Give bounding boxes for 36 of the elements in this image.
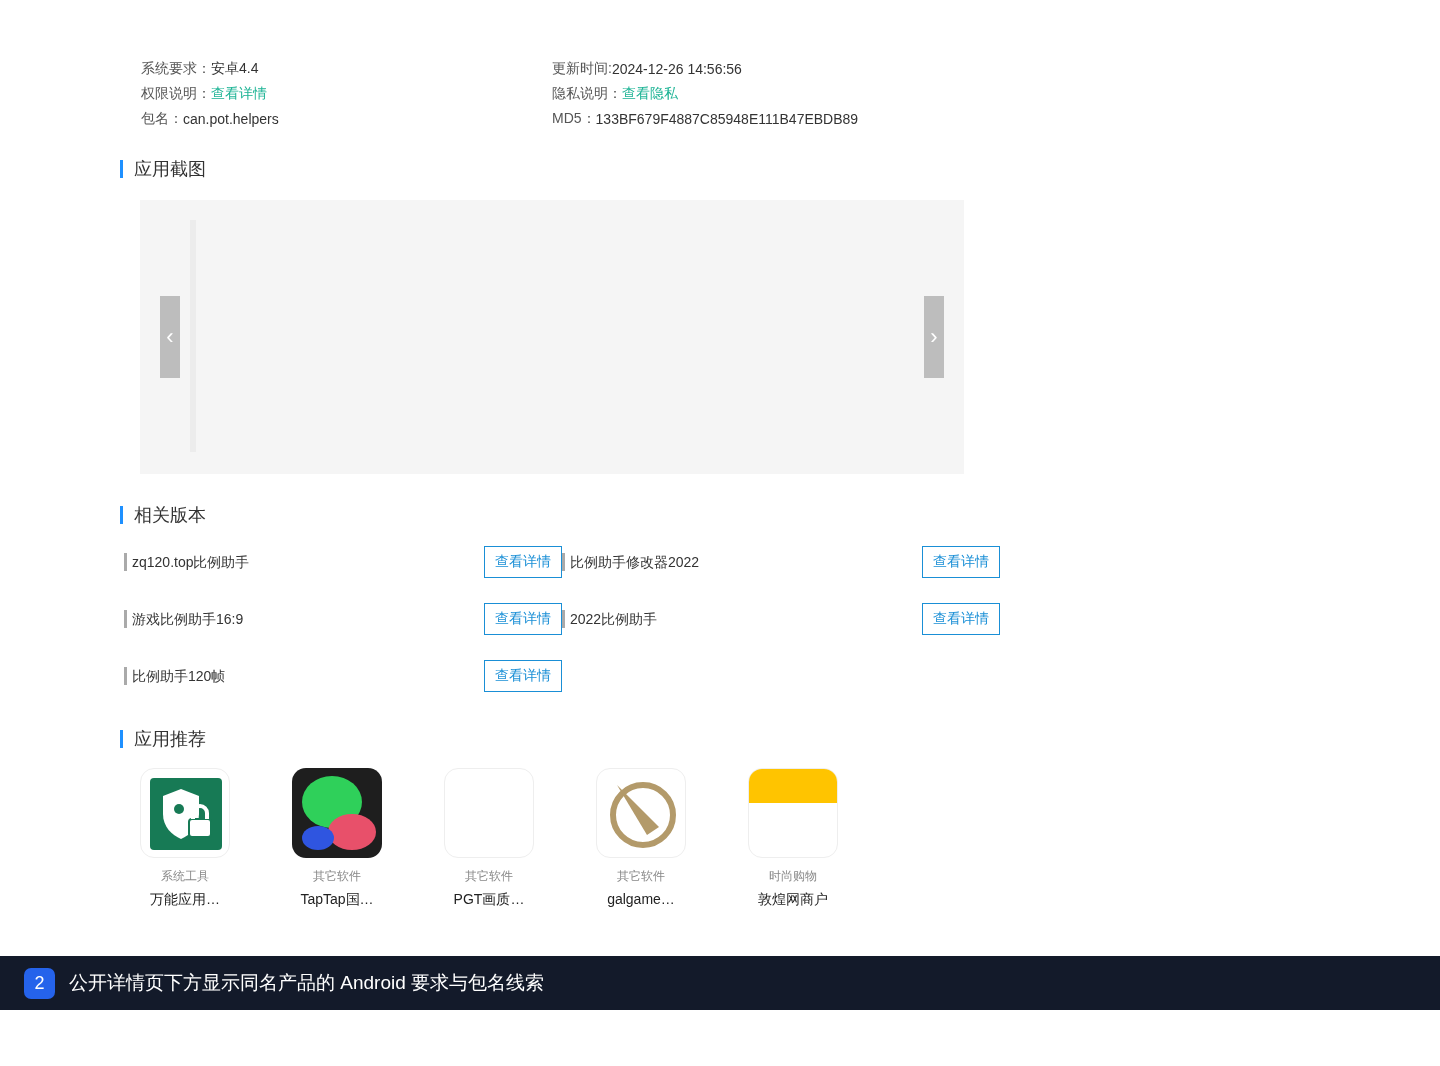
app-name[interactable]: 万能应用… — [150, 891, 220, 909]
version-name[interactable]: 比例助手120帧 — [124, 667, 226, 685]
caption-text: 公开详情页下方显示同名产品的 Android 要求与包名线索 — [69, 971, 545, 995]
info-value: 133BF679F4887C85948E111B47EBDB89 — [595, 110, 859, 127]
step-number: 2 — [24, 967, 55, 999]
app-name[interactable]: 敦煌网商户 — [758, 891, 828, 909]
details-button[interactable]: 查看详情 — [484, 603, 562, 635]
section-heading: 相关版本 — [120, 506, 1440, 524]
app-category: 系统工具 — [161, 868, 209, 885]
info-label: 隐私说明： — [552, 84, 622, 103]
details-button[interactable]: 查看详情 — [484, 546, 562, 578]
app-name[interactable]: galgame… — [607, 891, 675, 907]
info-label: 更新时间: — [552, 59, 612, 78]
info-label: 权限说明： — [141, 84, 211, 103]
app-icon[interactable] — [140, 768, 230, 858]
info-value: 安卓4.4 — [211, 59, 259, 78]
app-category: 其它软件 — [313, 868, 361, 885]
section-heading: 应用推荐 — [120, 730, 1440, 748]
info-value: can.pot.helpers — [183, 110, 279, 127]
details-button[interactable]: 查看详情 — [484, 660, 562, 692]
version-name[interactable]: zq120.top比例助手 — [124, 553, 250, 571]
version-name[interactable]: 比例助手修改器2022 — [562, 553, 700, 571]
details-button[interactable]: 查看详情 — [922, 546, 1000, 578]
version-name[interactable]: 游戏比例助手16:9 — [124, 610, 244, 628]
info-label: 包名： — [141, 109, 183, 128]
app-name[interactable]: PGT画质… — [453, 891, 525, 909]
info-label: 系统要求： — [141, 59, 211, 78]
version-name[interactable]: 2022比例助手 — [562, 610, 658, 628]
app-name[interactable]: TapTap国… — [300, 891, 374, 909]
info-label: MD5： — [552, 109, 596, 128]
app-category: 其它软件 — [465, 868, 513, 885]
app-category: 其它软件 — [617, 868, 665, 885]
app-icon[interactable] — [292, 768, 382, 858]
details-button[interactable]: 查看详情 — [922, 603, 1000, 635]
app-category: 时尚购物 — [769, 868, 817, 885]
section-heading: 应用截图 — [120, 160, 1440, 178]
